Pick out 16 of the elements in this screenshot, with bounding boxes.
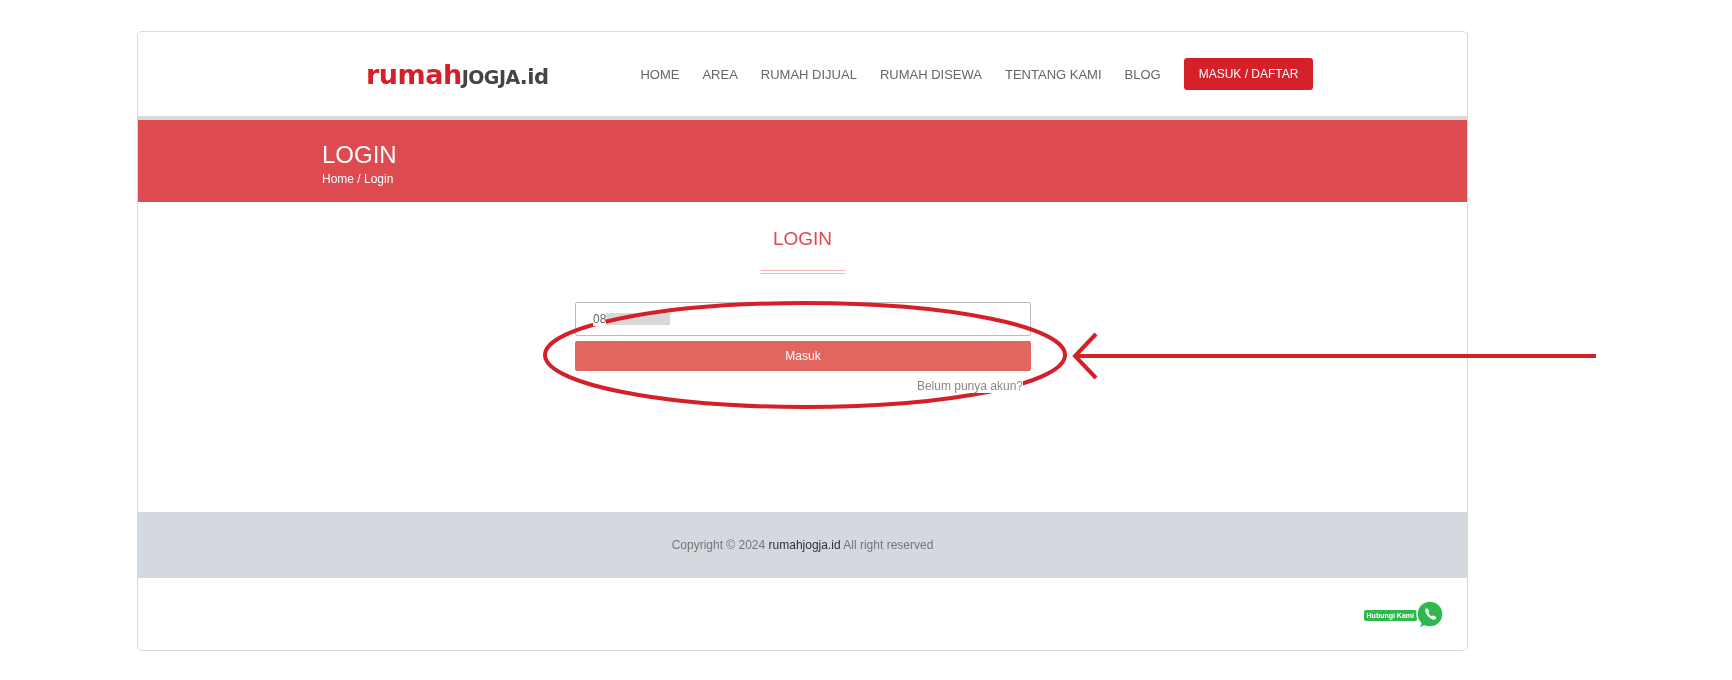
- nav-link[interactable]: RUMAH DISEWA: [879, 66, 982, 82]
- login-heading: LOGIN: [772, 228, 833, 250]
- breadcrumb[interactable]: Home / Login: [322, 172, 394, 186]
- phone-field[interactable]: 08: [575, 302, 1031, 336]
- register-link[interactable]: Belum punya akun?: [916, 379, 1023, 393]
- nav-link[interactable]: RUMAH DIJUAL: [760, 66, 857, 82]
- nav-link[interactable]: TENTANG KAMI: [1005, 66, 1102, 82]
- chat-bubble-icon: [1415, 600, 1445, 630]
- submit-button[interactable]: Masuk: [575, 341, 1031, 371]
- nav-link[interactable]: BLOG: [1124, 66, 1161, 82]
- login-register-button[interactable]: MASUK / DAFTAR: [1183, 58, 1314, 90]
- banner-title: LOGIN: [322, 141, 397, 169]
- nav-link[interactable]: AREA: [702, 66, 738, 82]
- site-logo[interactable]: rumahJOGJA.id: [366, 58, 549, 90]
- nav-link[interactable]: HOME: [640, 66, 680, 82]
- copyright-text: Copyright © 2024 rumahjogja.id All right reserved: [671, 538, 934, 552]
